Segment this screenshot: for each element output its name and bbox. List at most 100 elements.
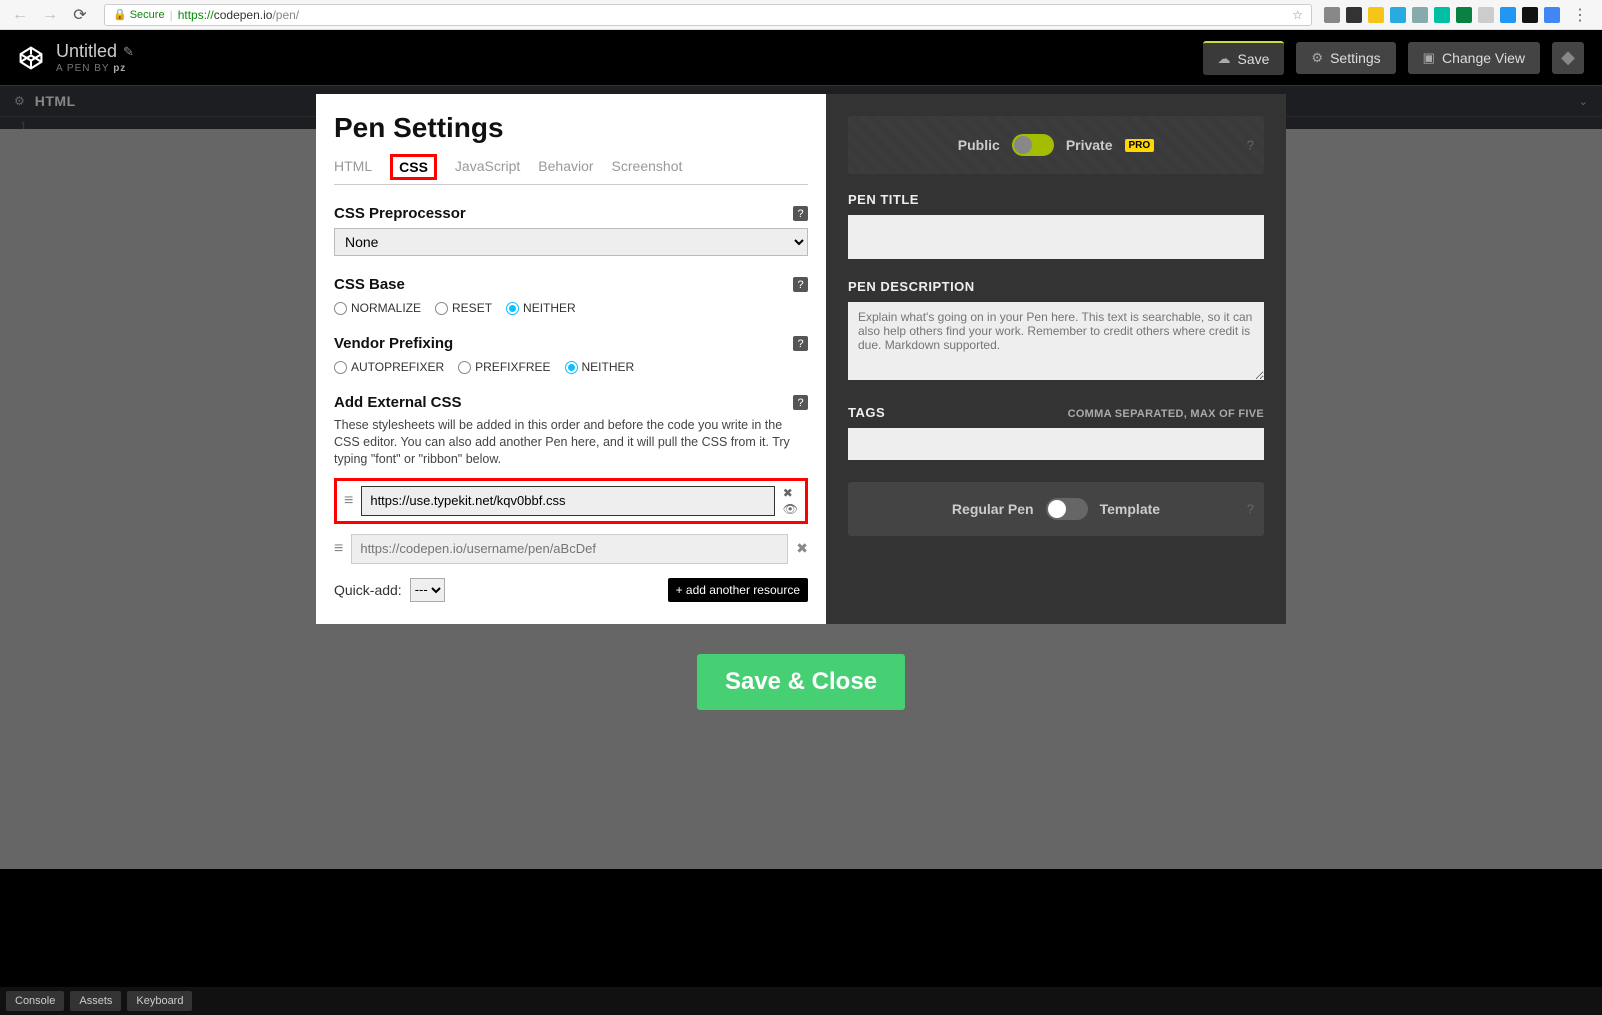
browser-menu-icon[interactable]: ⋮ — [1566, 5, 1594, 25]
modal-backdrop: Pen Settings HTML CSS JavaScript Behavio… — [0, 129, 1602, 869]
extension-icon[interactable] — [1390, 7, 1406, 23]
settings-title: Pen Settings — [334, 112, 808, 144]
tab-html[interactable]: HTML — [334, 158, 372, 184]
highlighted-resource-row: ≡ ✖ 👁 — [334, 478, 808, 524]
save-close-button[interactable]: Save & Close — [697, 654, 905, 710]
help-icon[interactable]: ? — [1247, 502, 1254, 517]
url-protocol: https:// — [178, 8, 214, 22]
pen-description-input[interactable] — [848, 302, 1264, 380]
pen-title-input[interactable] — [848, 215, 1264, 259]
help-icon[interactable]: ? — [1247, 138, 1254, 153]
extension-icon[interactable] — [1500, 7, 1516, 23]
extension-icon[interactable] — [1434, 7, 1450, 23]
pen-byline: A PEN BY pz — [56, 63, 134, 74]
back-button[interactable]: ← — [8, 3, 32, 27]
console-button[interactable]: Console — [6, 991, 64, 1011]
extension-icons — [1324, 7, 1560, 23]
user-avatar[interactable]: ◆ — [1552, 42, 1584, 74]
css-preprocessor-select[interactable]: None — [334, 228, 808, 256]
author-link[interactable]: pz — [113, 63, 126, 74]
help-icon[interactable]: ? — [793, 395, 808, 410]
settings-right-panel: Public Private PRO ? PEN TITLE PEN DESCR… — [826, 94, 1286, 624]
drag-handle-icon[interactable]: ≡ — [334, 544, 343, 554]
settings-button[interactable]: ⚙Settings — [1296, 42, 1395, 74]
app-header: Untitled ✎ A PEN BY pz ☁Save ⚙Settings ▣… — [0, 30, 1602, 85]
settings-tabs: HTML CSS JavaScript Behavior Screenshot — [334, 158, 808, 185]
pen-settings-modal: Pen Settings HTML CSS JavaScript Behavio… — [316, 94, 1286, 624]
pen-description-label: PEN DESCRIPTION — [848, 279, 1264, 294]
extension-icon[interactable] — [1544, 7, 1560, 23]
drag-handle-icon[interactable]: ≡ — [344, 496, 353, 506]
address-bar[interactable]: 🔒 Secure | https://codepen.io/pen/ ☆ — [104, 4, 1312, 26]
regular-pen-label: Regular Pen — [952, 501, 1034, 517]
editor-settings-icon[interactable]: ⚙ — [14, 94, 25, 108]
cloud-icon: ☁ — [1218, 51, 1231, 67]
pro-badge: PRO — [1125, 139, 1155, 152]
reload-button[interactable]: ⟳ — [68, 3, 92, 27]
add-resource-button[interactable]: + add another resource — [668, 578, 808, 602]
gear-icon: ⚙ — [1311, 50, 1323, 66]
change-view-button[interactable]: ▣Change View — [1408, 42, 1540, 74]
template-label: Template — [1100, 501, 1160, 517]
footer-bar: Console Assets Keyboard — [0, 987, 1602, 1015]
private-label: Private — [1066, 137, 1113, 153]
css-preprocessor-heading: CSS Preprocessor — [334, 205, 466, 222]
remove-resource-icon[interactable]: ✖ — [783, 486, 798, 500]
bookmark-star-icon[interactable]: ☆ — [1292, 8, 1303, 22]
external-css-input[interactable] — [361, 486, 774, 516]
template-toggle-box: Regular Pen Template ? — [848, 482, 1264, 536]
extension-icon[interactable] — [1368, 7, 1384, 23]
help-icon[interactable]: ? — [793, 277, 808, 292]
pen-title-label: PEN TITLE — [848, 192, 1264, 207]
tags-input[interactable] — [848, 428, 1264, 460]
codepen-logo-icon[interactable] — [18, 45, 44, 71]
radio-neither[interactable]: NEITHER — [506, 301, 576, 315]
secure-indicator: 🔒 Secure — [113, 8, 165, 21]
settings-left-panel: Pen Settings HTML CSS JavaScript Behavio… — [316, 94, 826, 624]
help-icon[interactable]: ? — [793, 336, 808, 351]
edit-title-icon[interactable]: ✎ — [123, 44, 134, 60]
tab-javascript[interactable]: JavaScript — [455, 158, 520, 184]
tags-label: TAGS — [848, 405, 885, 420]
url-text: https://codepen.io/pen/ — [178, 8, 299, 22]
layout-icon: ▣ — [1423, 50, 1435, 66]
collapse-icon[interactable]: ⌄ — [1579, 95, 1588, 108]
assets-button[interactable]: Assets — [70, 991, 121, 1011]
quick-add-select[interactable]: --- — [410, 578, 445, 602]
radio-reset[interactable]: RESET — [435, 301, 492, 315]
extension-icon[interactable] — [1522, 7, 1538, 23]
radio-vendor-neither[interactable]: NEITHER — [565, 360, 635, 374]
extension-icon[interactable] — [1478, 7, 1494, 23]
tab-behavior[interactable]: Behavior — [538, 158, 593, 184]
tab-screenshot[interactable]: Screenshot — [612, 158, 683, 184]
keyboard-button[interactable]: Keyboard — [127, 991, 192, 1011]
radio-normalize[interactable]: NORMALIZE — [334, 301, 421, 315]
remove-resource-icon[interactable]: ✖ — [796, 540, 808, 557]
radio-prefixfree[interactable]: PREFIXFREE — [458, 360, 550, 374]
template-toggle[interactable] — [1046, 498, 1088, 520]
public-label: Public — [958, 137, 1000, 153]
editor-label: HTML — [35, 93, 76, 109]
extension-icon[interactable] — [1412, 7, 1428, 23]
browser-toolbar: ← → ⟳ 🔒 Secure | https://codepen.io/pen/… — [0, 0, 1602, 30]
extension-icon[interactable] — [1456, 7, 1472, 23]
forward-button[interactable]: → — [38, 3, 62, 27]
view-resource-icon[interactable]: 👁 — [783, 502, 798, 516]
lock-icon: 🔒 — [113, 8, 127, 21]
vendor-prefixing-heading: Vendor Prefixing — [334, 335, 453, 352]
help-icon[interactable]: ? — [793, 206, 808, 221]
tags-hint: COMMA SEPARATED, MAX OF FIVE — [1068, 408, 1264, 420]
external-css-desc: These stylesheets will be added in this … — [334, 417, 808, 468]
visibility-toggle[interactable] — [1012, 134, 1054, 156]
tab-css[interactable]: CSS — [390, 154, 437, 180]
visibility-toggle-box: Public Private PRO ? — [848, 116, 1264, 174]
css-base-heading: CSS Base — [334, 276, 405, 293]
radio-autoprefixer[interactable]: AUTOPREFIXER — [334, 360, 444, 374]
extension-icon[interactable] — [1324, 7, 1340, 23]
extension-icon[interactable] — [1346, 7, 1362, 23]
quick-add-label: Quick-add: — [334, 582, 402, 598]
external-css-heading: Add External CSS — [334, 394, 462, 411]
save-button[interactable]: ☁Save — [1203, 41, 1285, 75]
pen-title[interactable]: Untitled — [56, 41, 117, 62]
external-css-input-empty[interactable] — [351, 534, 788, 564]
